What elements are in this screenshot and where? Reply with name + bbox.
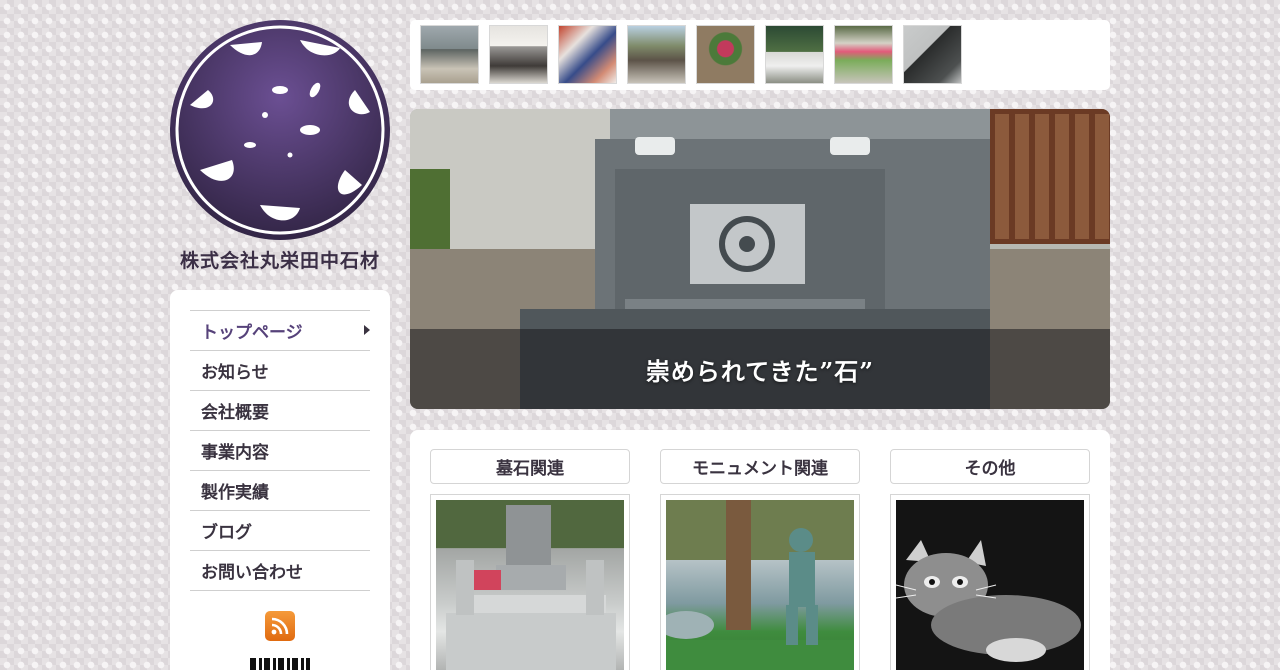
hero-caption-band: 崇められてきた”石” (410, 329, 1110, 409)
stone-bench-thumbnail[interactable] (765, 25, 824, 84)
nav-item-blog[interactable]: ブログ (190, 511, 370, 551)
monument-statue-photo[interactable] (658, 494, 860, 670)
flower-crest-icon (170, 20, 390, 240)
nav-item-company-profile[interactable]: 会社概要 (190, 391, 370, 431)
flower-bed-thumbnail[interactable] (834, 25, 893, 84)
grave-image (436, 500, 624, 670)
hero-banner: 崇められてきた”石” (410, 109, 1110, 409)
shrine-thumbnail[interactable] (627, 25, 686, 84)
monument-image (658, 500, 854, 670)
category-card-gravestones: 墓石関連 (430, 449, 630, 670)
cat-image (895, 500, 1084, 670)
cat-illustration (895, 500, 1084, 670)
sidebar-panel: トップページ お知らせ 会社概要 事業内容 製作実績 ブログ お問い合わせ (170, 290, 390, 670)
festival-thumbnail[interactable] (558, 25, 617, 84)
nav-item-label: トップページ (201, 323, 303, 343)
nav-item-label: 事業内容 (201, 443, 269, 463)
flower-pot-thumbnail[interactable] (696, 25, 755, 84)
black-stone-thumbnail[interactable] (903, 25, 962, 84)
nav-item-label: ブログ (201, 523, 252, 543)
category-card-monuments: モニュメント関連 (658, 449, 860, 670)
chevron-right-icon (364, 325, 370, 335)
statue-illustration (658, 500, 854, 670)
hero-caption: 崇められてきた”石” (645, 356, 875, 386)
rss-feed-icon[interactable] (265, 611, 295, 641)
qr-code-icon (250, 658, 310, 670)
grave-thumbnail[interactable] (420, 25, 479, 84)
category-card-other: その他 (890, 449, 1090, 670)
nav-item-contact[interactable]: お問い合わせ (190, 551, 370, 591)
thumbnail-strip (410, 20, 1110, 90)
building-thumbnail[interactable] (489, 25, 548, 84)
nav-item-top-page[interactable]: トップページ (190, 311, 370, 351)
nav-item-news[interactable]: お知らせ (190, 351, 370, 391)
grave-photo[interactable] (430, 494, 630, 670)
category-title[interactable]: 墓石関連 (430, 449, 630, 484)
nav-item-business[interactable]: 事業内容 (190, 431, 370, 471)
main-navigation: トップページ お知らせ 会社概要 事業内容 製作実績 ブログ お問い合わせ (190, 310, 370, 591)
company-name: 株式会社丸栄田中石材 (179, 250, 380, 272)
site-logo[interactable]: 株式会社丸栄田中石材 (170, 20, 390, 273)
category-title[interactable]: その他 (890, 449, 1090, 484)
category-title[interactable]: モニュメント関連 (660, 449, 860, 484)
engraved-cat-photo[interactable] (890, 494, 1090, 670)
grave-illustration (436, 500, 624, 670)
nav-item-label: 製作実績 (201, 483, 269, 503)
rss-glyph-icon (271, 617, 289, 635)
nav-item-works[interactable]: 製作実績 (190, 471, 370, 511)
category-section: 墓石関連 モニュメント関連 その他 (410, 430, 1110, 670)
nav-item-label: 会社概要 (201, 403, 269, 423)
nav-item-label: お知らせ (201, 363, 269, 383)
nav-item-label: お問い合わせ (201, 563, 303, 583)
